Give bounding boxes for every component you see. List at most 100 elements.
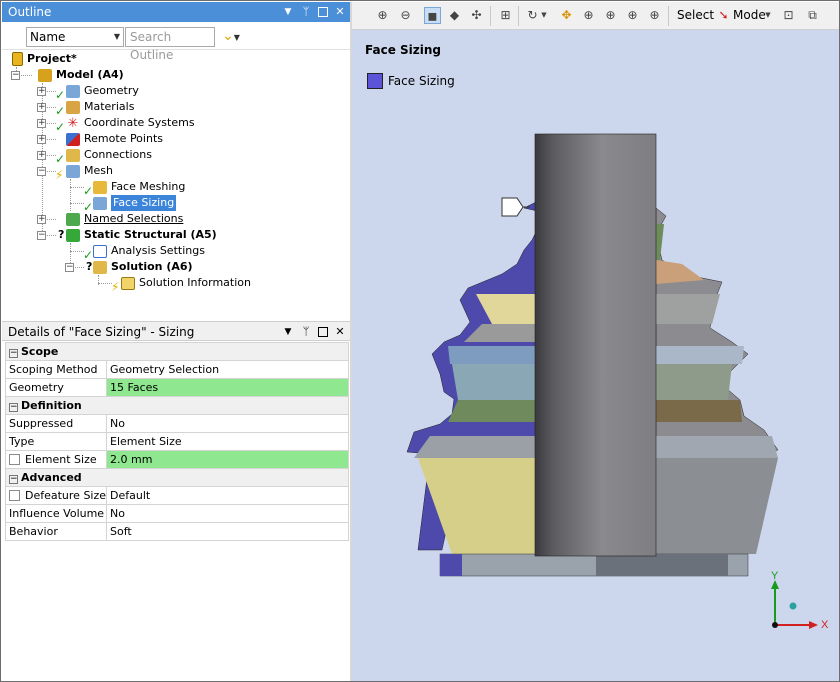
close-icon[interactable]: ✕	[334, 6, 346, 18]
solution-information-icon	[121, 276, 135, 290]
details-title-bar: Details of "Face Sizing" - Sizing ▼ ᛘ ✕	[2, 321, 350, 341]
expand-named-selections-toggle[interactable]: +	[37, 215, 46, 224]
tree-item-solution[interactable]: Solution (A6)	[93, 259, 193, 275]
dropdown-icon[interactable]: ▼	[282, 326, 294, 338]
name-select[interactable]: Name ▼	[26, 27, 124, 47]
maximize-icon[interactable]	[318, 7, 328, 17]
tree-item-face-meshing[interactable]: Face Meshing	[93, 179, 185, 195]
section-label: Scope	[21, 345, 59, 358]
coordinate-systems-icon: ✳	[67, 115, 79, 131]
row-value[interactable]: Element Size	[106, 432, 349, 451]
collapse-solution-toggle[interactable]: −	[65, 263, 74, 272]
row-key: Geometry	[4, 378, 108, 397]
row-element-size[interactable]: Element Size 2.0 mm	[4, 450, 349, 469]
row-value[interactable]: Geometry Selection	[106, 360, 349, 379]
collapse-static-structural-toggle[interactable]: −	[37, 231, 46, 240]
expand-connections-toggle[interactable]: +	[37, 151, 46, 160]
collapse-icon[interactable]: −	[9, 403, 18, 412]
left-pane: Outline ▼ ᛘ ✕ Name ▼ Search Outline ⌄▼ P…	[2, 2, 350, 681]
tree-item-solution-information[interactable]: Solution Information	[121, 275, 251, 291]
band-blue-1	[448, 346, 542, 364]
name-select-value: Name	[30, 30, 66, 44]
maximize-icon[interactable]	[318, 327, 328, 337]
band-green-1	[448, 400, 542, 422]
row-defeature-size[interactable]: Defeature Size Default	[4, 486, 349, 505]
details-grid: − Scope Scoping Method Geometry Selection…	[4, 342, 349, 541]
static-structural-icon	[66, 228, 80, 242]
outline-tree: Project* − Model (A4) + ✓ Geometry + ✓ M…	[2, 50, 350, 318]
collapse-icon[interactable]: −	[9, 475, 18, 484]
dropdown-icon[interactable]: ▼	[282, 6, 294, 18]
row-value[interactable]: 2.0 mm	[106, 450, 349, 469]
band-blue-2	[452, 364, 542, 400]
row-geometry[interactable]: Geometry 15 Faces	[4, 378, 349, 397]
tree-item-analysis-settings[interactable]: Analysis Settings	[93, 243, 205, 259]
analysis-settings-icon	[93, 244, 107, 258]
band-blue-right-1	[656, 346, 744, 364]
collapse-mesh-toggle[interactable]: −	[37, 167, 46, 176]
tree-item-project[interactable]: Project*	[12, 51, 77, 67]
row-value[interactable]: Default	[106, 486, 349, 505]
row-value[interactable]: 15 Faces	[106, 378, 349, 397]
base-ring-selected[interactable]	[440, 554, 462, 576]
section-definition[interactable]: − Definition	[5, 396, 349, 415]
band-green-right-2	[656, 364, 732, 400]
shaft-cylinder[interactable]	[534, 133, 657, 557]
view-title: Face Sizing	[365, 43, 442, 57]
collapse-model-toggle[interactable]: −	[11, 71, 20, 80]
collapse-icon[interactable]: −	[9, 349, 18, 358]
parameter-checkbox[interactable]	[9, 490, 20, 501]
expand-remote-points-toggle[interactable]: +	[37, 135, 46, 144]
expand-materials-toggle[interactable]: +	[37, 103, 46, 112]
band-brown-right	[656, 400, 742, 422]
row-type[interactable]: Type Element Size	[4, 432, 349, 451]
tree-item-geometry[interactable]: Geometry	[66, 83, 139, 99]
filter-dropdown-icon[interactable]: ⌄▼	[222, 27, 248, 47]
pin-icon[interactable]: ᛘ	[300, 326, 312, 338]
parameter-checkbox[interactable]	[9, 454, 20, 465]
row-value[interactable]: No	[106, 414, 349, 433]
chevron-down-icon: ▼	[113, 32, 120, 41]
pin-icon[interactable]: ᛘ	[300, 6, 312, 18]
band-gray-right-1	[656, 294, 720, 324]
tree-item-connections[interactable]: Connections	[66, 147, 152, 163]
row-key: Element Size	[25, 453, 97, 466]
mechanical-window: Outline ▼ ᛘ ✕ Name ▼ Search Outline ⌄▼ P…	[0, 0, 840, 682]
axis-triad: Y X	[771, 570, 829, 631]
tree-item-named-selections[interactable]: Named Selections	[66, 211, 183, 227]
search-input[interactable]: Search Outline	[125, 27, 215, 62]
section-advanced[interactable]: − Advanced	[5, 468, 349, 487]
row-value[interactable]: Soft	[106, 522, 349, 541]
triad-z-dot	[789, 602, 797, 610]
section-scope[interactable]: − Scope	[5, 342, 349, 361]
tree-item-face-sizing[interactable]: Face Sizing	[93, 195, 177, 211]
tree-item-mesh[interactable]: Mesh	[66, 163, 113, 179]
expand-geometry-toggle[interactable]: +	[37, 87, 46, 96]
check-icon: ✓	[83, 184, 94, 198]
band-gray-right-3	[656, 458, 778, 554]
outline-toolbar: Name ▼ Search Outline ⌄▼	[2, 24, 350, 62]
band-gray-2	[414, 436, 542, 458]
face-meshing-icon	[93, 180, 107, 194]
row-key: Scoping Method	[4, 360, 108, 379]
check-icon: ✓	[55, 152, 66, 166]
band-gray-right-2	[656, 436, 778, 458]
outline-title-bar: Outline ▼ ᛘ ✕	[2, 2, 350, 22]
tree-item-model[interactable]: Model (A4)	[38, 67, 124, 83]
lightning-icon: ⚡	[111, 280, 120, 294]
tree-item-materials[interactable]: Materials	[66, 99, 134, 115]
row-key: Influence Volume	[4, 504, 108, 523]
tree-item-static-structural[interactable]: Static Structural (A5)	[66, 227, 217, 243]
row-influence-volume[interactable]: Influence Volume No	[4, 504, 349, 523]
materials-icon	[66, 100, 80, 114]
row-scoping-method[interactable]: Scoping Method Geometry Selection	[4, 360, 349, 379]
expand-coordinate-systems-toggle[interactable]: +	[37, 119, 46, 128]
tree-item-remote-points[interactable]: Remote Points	[66, 131, 163, 147]
triad-origin	[772, 622, 778, 628]
row-behavior[interactable]: Behavior Soft	[4, 522, 349, 541]
tree-item-coordinate-systems[interactable]: ✳ Coordinate Systems	[66, 115, 195, 131]
close-icon[interactable]: ✕	[334, 326, 346, 338]
row-value[interactable]: No	[106, 504, 349, 523]
geometry-icon	[66, 84, 80, 98]
row-suppressed[interactable]: Suppressed No	[4, 414, 349, 433]
